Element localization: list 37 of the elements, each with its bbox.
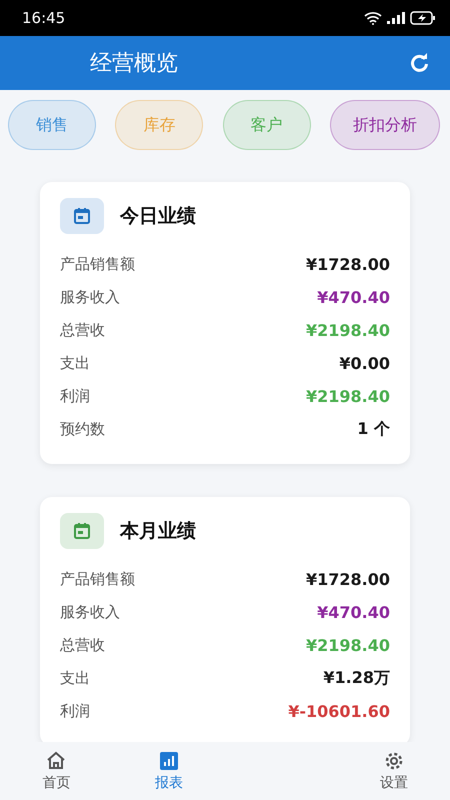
nav-tab[interactable]: 设置 bbox=[380, 750, 408, 792]
filter-chip[interactable]: 折扣分析 bbox=[330, 100, 440, 150]
stat-label: 支出 bbox=[60, 354, 90, 373]
bar-chart-icon bbox=[158, 750, 179, 770]
stat-label: 产品销售额 bbox=[60, 255, 135, 274]
stat-value: ¥-10601.60 bbox=[288, 702, 390, 721]
stat-value: ¥2198.40 bbox=[306, 387, 390, 406]
stat-value: ¥470.40 bbox=[317, 288, 390, 307]
stat-value: ¥1.28万 bbox=[323, 668, 390, 689]
nav-tab[interactable]: 报表 bbox=[154, 750, 183, 792]
clock: 16:45 bbox=[22, 9, 66, 27]
stat-label: 总营收 bbox=[60, 636, 105, 655]
stat-label: 支出 bbox=[60, 669, 90, 688]
stat-value: 1 个 bbox=[357, 419, 390, 440]
stat-value: ¥2198.40 bbox=[306, 636, 390, 655]
stat-label: 服务收入 bbox=[60, 288, 120, 307]
wifi-icon bbox=[364, 12, 382, 24]
filter-chip[interactable]: 客户 bbox=[222, 100, 311, 150]
stat-label: 利润 bbox=[60, 702, 90, 721]
stat-value: ¥470.40 bbox=[317, 603, 390, 622]
stat-value: ¥0.00 bbox=[339, 354, 390, 373]
card-title: 今日业绩 bbox=[120, 204, 196, 229]
stat-value: ¥1728.00 bbox=[306, 255, 390, 274]
battery-icon bbox=[410, 11, 436, 25]
stat-label: 预约数 bbox=[60, 420, 105, 439]
page-title: 经营概览 bbox=[90, 50, 178, 78]
stat-label: 产品销售额 bbox=[60, 570, 135, 589]
signal-icon bbox=[387, 12, 405, 24]
home-icon bbox=[46, 750, 66, 770]
stat-label: 服务收入 bbox=[60, 603, 120, 622]
stat-label: 利润 bbox=[60, 387, 90, 406]
stat-label: 总营收 bbox=[60, 321, 105, 340]
nav-tab[interactable]: 首页 bbox=[42, 750, 70, 792]
stat-value: ¥1728.00 bbox=[306, 570, 390, 589]
stat-value: ¥2198.40 bbox=[306, 321, 390, 340]
filter-chip[interactable]: 销售 bbox=[8, 100, 96, 150]
card-title: 本月业绩 bbox=[120, 519, 196, 544]
